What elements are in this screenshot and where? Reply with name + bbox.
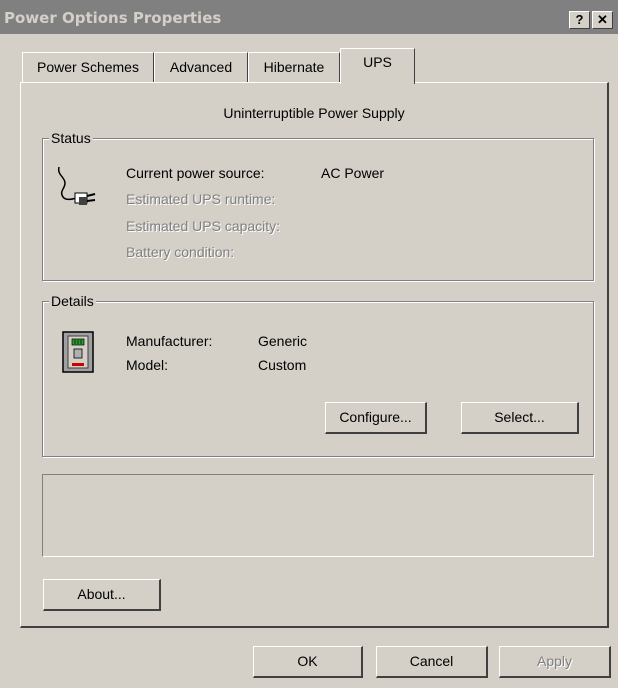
model-value: Custom	[258, 357, 307, 373]
details-legend: Details	[49, 293, 96, 309]
power-plug-icon	[55, 161, 99, 209]
current-power-source-label: Current power source:	[126, 165, 265, 181]
close-icon: ✕	[597, 12, 608, 27]
title-bar: Power Options Properties ? ✕	[0, 0, 618, 34]
status-group: Status Current power source: AC Power Es…	[42, 130, 594, 281]
ups-device-icon	[62, 331, 96, 375]
window-title: Power Options Properties	[4, 9, 222, 27]
status-legend: Status	[49, 130, 93, 146]
tab-advanced[interactable]: Advanced	[154, 52, 248, 82]
ups-info-box	[42, 474, 594, 557]
manufacturer-value: Generic	[258, 333, 308, 349]
ok-button[interactable]: OK	[253, 646, 363, 678]
close-button[interactable]: ✕	[592, 11, 613, 29]
battery-condition-label: Battery condition:	[126, 244, 235, 260]
estimated-capacity-label: Estimated UPS capacity:	[126, 218, 281, 234]
details-group: Details Manufacturer: Generic Model: Cus…	[42, 293, 594, 457]
about-button[interactable]: About...	[43, 579, 161, 611]
tab-ups[interactable]: UPS	[340, 48, 415, 84]
tab-power-schemes[interactable]: Power Schemes	[22, 52, 154, 82]
tab-hibernate[interactable]: Hibernate	[248, 52, 340, 82]
model-label: Model:	[126, 357, 169, 373]
cancel-button[interactable]: Cancel	[376, 646, 488, 678]
tab-label: UPS	[363, 54, 392, 70]
tab-label: Advanced	[169, 59, 233, 75]
estimated-runtime-label: Estimated UPS runtime:	[126, 191, 276, 207]
ups-header: Uninterruptible Power Supply	[223, 105, 405, 121]
apply-button[interactable]: Apply	[499, 646, 611, 678]
ups-tab-panel: Uninterruptible Power Supply Status Curr…	[20, 82, 609, 628]
select-button[interactable]: Select...	[461, 402, 579, 434]
configure-button[interactable]: Configure...	[325, 402, 427, 434]
manufacturer-label: Manufacturer:	[126, 333, 213, 349]
current-power-source-value: AC Power	[321, 165, 385, 181]
tab-label: Power Schemes	[37, 59, 139, 75]
tab-label: Hibernate	[263, 59, 325, 75]
help-button[interactable]: ?	[569, 11, 590, 29]
